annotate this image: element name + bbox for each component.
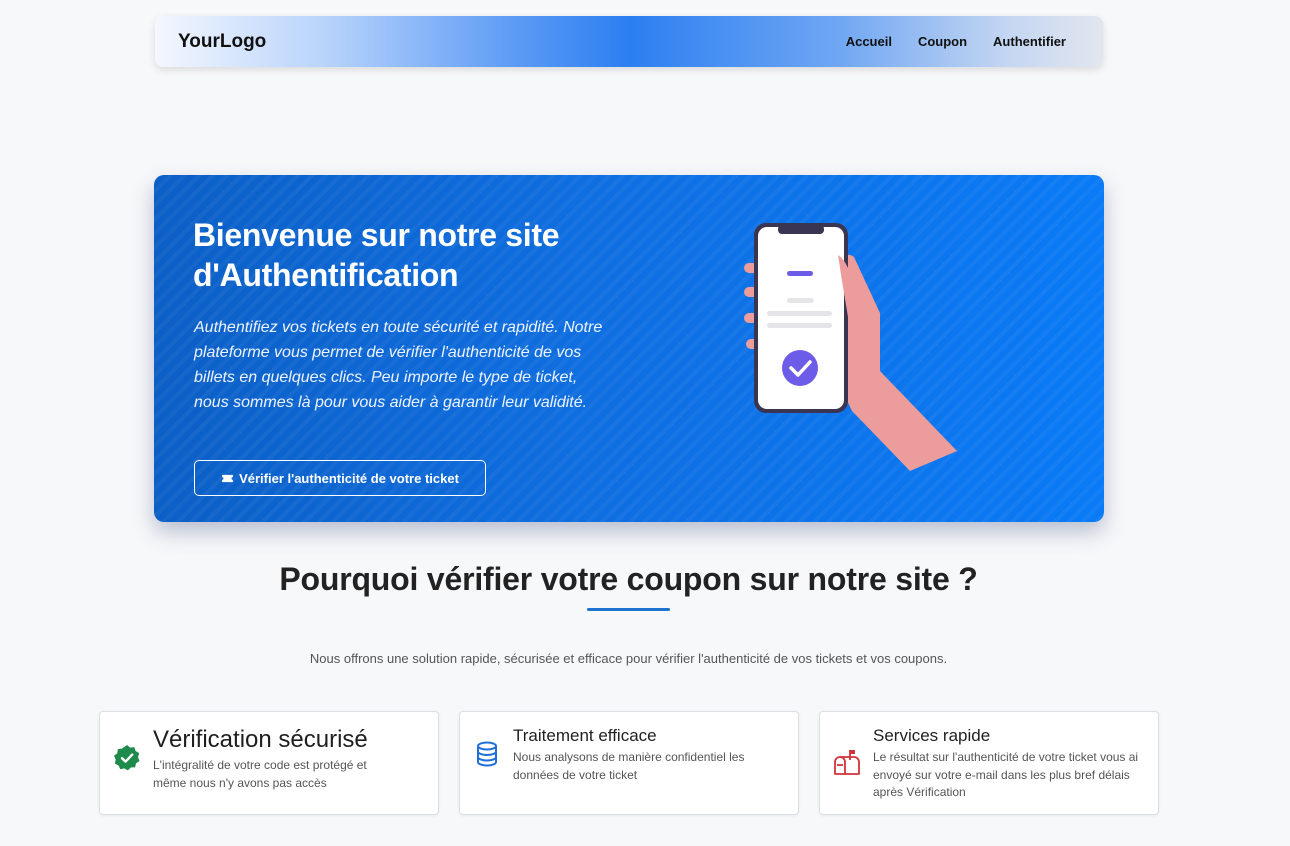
section-title: Pourquoi vérifier votre coupon sur notre…	[279, 561, 978, 597]
feature-description: L'intégralité de votre code est protégé …	[153, 758, 367, 790]
check-badge-icon	[114, 745, 140, 771]
feature-description: Le résultat sur l'authenticité de votre …	[873, 750, 1139, 799]
hero-description: Authentifiez vos tickets en toute sécuri…	[194, 319, 603, 411]
nav-link-coupon[interactable]: Coupon	[918, 34, 967, 49]
mailbox-icon	[834, 750, 860, 775]
feature-title: Services rapide	[873, 726, 991, 745]
logo[interactable]: YourLogo	[178, 31, 266, 53]
feature-description: Nous analysons de manière confidentiel l…	[513, 750, 745, 782]
hero-title: Bienvenue sur notre site d'Authentificat…	[193, 217, 560, 293]
verify-ticket-button[interactable]: Vérifier l'authenticité de votre ticket	[194, 460, 486, 496]
nav-link-authentifier[interactable]: Authentifier	[993, 34, 1066, 49]
navbar: YourLogo Accueil Coupon Authentifier	[155, 16, 1103, 67]
ticket-icon	[222, 474, 233, 482]
feature-card-processing: Traitement efficace Nous analysons de ma…	[459, 711, 799, 815]
feature-card-fast-service: Services rapide Le résultat sur l'authen…	[819, 711, 1159, 815]
section-subtitle: Nous offrons une solution rapide, sécuri…	[309, 651, 948, 666]
hand-phone-illustration	[744, 223, 957, 471]
feature-title: Vérification sécurisé	[153, 726, 368, 753]
feature-title: Traitement efficace	[513, 726, 657, 745]
database-icon	[477, 741, 497, 767]
nav-link-accueil[interactable]: Accueil	[846, 34, 892, 49]
verify-ticket-button-label: Vérifier l'authenticité de votre ticket	[239, 470, 459, 486]
section-title-underline	[587, 608, 670, 611]
hero-banner: Bienvenue sur notre site d'Authentificat…	[154, 175, 1104, 522]
feature-card-verification: Vérification sécurisé L'intégralité de v…	[99, 711, 439, 815]
nav-links: Accueil Coupon Authentifier	[846, 34, 1066, 49]
